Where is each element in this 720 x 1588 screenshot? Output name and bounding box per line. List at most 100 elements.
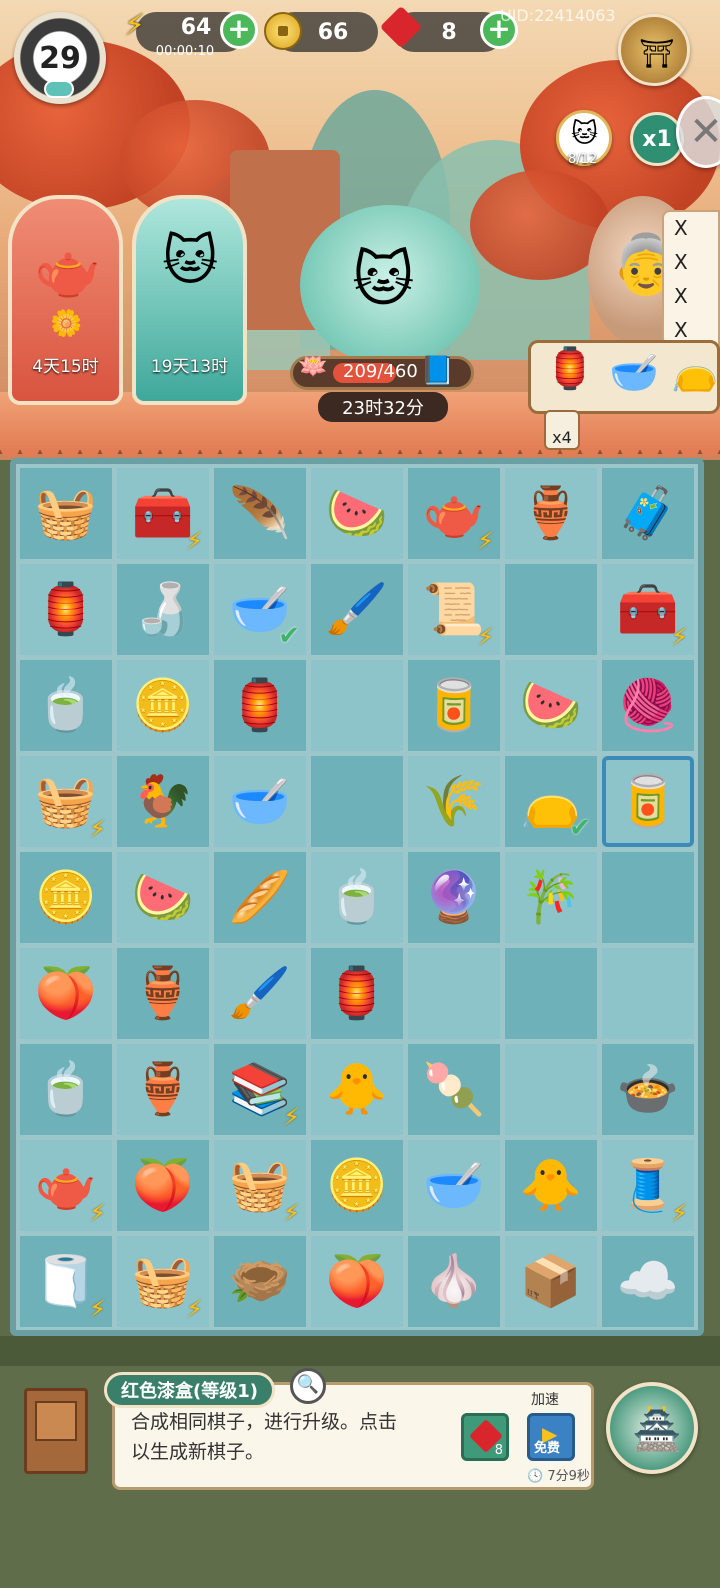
board-cell[interactable]: 🍲 bbox=[602, 1044, 694, 1135]
add-energy-button[interactable]: + bbox=[220, 11, 258, 49]
main-cat-character[interactable]: 🐱 bbox=[300, 205, 480, 365]
board-item-icon: 🐥 bbox=[519, 1156, 583, 1214]
board-cell[interactable]: 🧺 ⚡ bbox=[20, 756, 112, 847]
item-description-line: 合成相同棋子，进行升级。点击 bbox=[131, 1411, 398, 1433]
board-item-icon: 🏺 bbox=[131, 1060, 195, 1118]
board-cell[interactable]: 🐥 bbox=[311, 1044, 403, 1135]
board-cell[interactable] bbox=[602, 948, 694, 1039]
board-cell[interactable] bbox=[505, 564, 597, 655]
board-cell[interactable]: 🧰 ⚡ bbox=[602, 564, 694, 655]
board-item-icon: 🍲 bbox=[616, 1060, 680, 1118]
board-cell[interactable]: 🍵 bbox=[311, 852, 403, 943]
board-cell[interactable]: 🏮 bbox=[311, 948, 403, 1039]
energy-bolt-icon: ⚡ bbox=[477, 623, 494, 651]
board-cell[interactable]: 🧻 ⚡ bbox=[20, 1236, 112, 1327]
board-cell[interactable]: 🍶 bbox=[117, 564, 209, 655]
board-cell[interactable]: 🐓 bbox=[117, 756, 209, 847]
board-item-icon: 🫖 bbox=[34, 1156, 98, 1214]
board-cell[interactable]: 🏺 bbox=[117, 1044, 209, 1135]
board-cell[interactable]: 🧳 bbox=[602, 468, 694, 559]
energy-value: 64 bbox=[180, 14, 212, 40]
board-cell[interactable]: 🐥 bbox=[505, 1140, 597, 1231]
board-cell[interactable]: 🥖 bbox=[214, 852, 306, 943]
board-cell[interactable]: 📦 bbox=[505, 1236, 597, 1327]
cabinet-storage-button[interactable] bbox=[24, 1388, 88, 1474]
board-cell[interactable] bbox=[505, 1044, 597, 1135]
board-cell[interactable] bbox=[311, 660, 403, 751]
board-cell[interactable] bbox=[311, 756, 403, 847]
board-cell[interactable]: 🔮 bbox=[408, 852, 500, 943]
board-cell[interactable]: 🪶 bbox=[214, 468, 306, 559]
board-item-icon: 🍑 bbox=[325, 1252, 389, 1310]
board-cell[interactable]: ☁️ bbox=[602, 1236, 694, 1327]
board-item-icon: 🖌️ bbox=[228, 964, 292, 1022]
pavilion-button[interactable]: 🏯 bbox=[606, 1382, 698, 1474]
board-cell[interactable]: 🪙 bbox=[311, 1140, 403, 1231]
board-item-icon: 🪶 bbox=[228, 484, 292, 542]
board-cell[interactable]: 🧄 bbox=[408, 1236, 500, 1327]
board-cell[interactable]: 🍵 bbox=[20, 660, 112, 751]
board-cell[interactable]: 🧵 ⚡ bbox=[602, 1140, 694, 1231]
board-cell[interactable]: 🍑 bbox=[311, 1236, 403, 1327]
order-multiplier: x4 bbox=[552, 428, 572, 447]
board-item-icon: 🧰 bbox=[131, 484, 195, 542]
cabinet-icon bbox=[35, 1401, 77, 1441]
board-cell[interactable]: 🧶 bbox=[602, 660, 694, 751]
board-cell[interactable]: 🥣 bbox=[408, 1140, 500, 1231]
board-cell[interactable]: 🏮 bbox=[20, 564, 112, 655]
gem-speed-up-button[interactable]: 8 bbox=[461, 1413, 509, 1461]
board-cell[interactable]: 🏺 bbox=[505, 468, 597, 559]
event-card-hotspring[interactable]: 🐱 19天13时 bbox=[132, 195, 247, 405]
board-cell[interactable]: 📜 ⚡ bbox=[408, 564, 500, 655]
board-item-icon: 🧳 bbox=[616, 484, 680, 542]
board-cell[interactable]: 🥣 ✔ bbox=[214, 564, 306, 655]
board-cell[interactable]: 🍵 bbox=[20, 1044, 112, 1135]
board-cell[interactable]: 🖌️ bbox=[214, 948, 306, 1039]
board-cell[interactable]: 🍉 bbox=[505, 660, 597, 751]
board-cell[interactable]: 🏺 bbox=[117, 948, 209, 1039]
board-cell[interactable]: 🥣 bbox=[214, 756, 306, 847]
board-cell[interactable]: 🫖 ⚡ bbox=[408, 468, 500, 559]
free-speed-up-button[interactable]: ▶ 免费 bbox=[527, 1413, 575, 1461]
board-cell[interactable]: 🧺 ⚡ bbox=[214, 1140, 306, 1231]
board-cell[interactable]: 🍉 bbox=[117, 852, 209, 943]
coin-icon bbox=[264, 12, 302, 50]
board-cell[interactable]: 🪹 bbox=[214, 1236, 306, 1327]
board-cell[interactable]: 🍑 bbox=[20, 948, 112, 1039]
merge-board: 🧺 🧰 ⚡ 🪶 🍉 🫖 ⚡ 🏺 🧳 🏮 🍶 🥣 ✔ 🖌️ 📜 ⚡ 🧰 ⚡ 🍵 🪙 🏮 🥫 🍉 🧶 🧺 ⚡ 🐓 🥣 🌾 👝 ✔ 🥫 🪙 🍉 🥖 🍵 🔮 🎋 🍑… bbox=[10, 458, 704, 1336]
board-cell[interactable]: 🍡 bbox=[408, 1044, 500, 1135]
cat-face-icon: 🐱 bbox=[571, 119, 599, 149]
energy-icon: ⚡ bbox=[124, 8, 146, 43]
board-item-icon: 🖌️ bbox=[325, 580, 389, 638]
board-cell[interactable]: 🧺 bbox=[20, 468, 112, 559]
board-item-icon: 🪙 bbox=[34, 868, 98, 926]
energy-bolt-icon: ⚡ bbox=[89, 815, 106, 843]
magnifier-icon[interactable]: 🔍 bbox=[290, 1368, 326, 1404]
multiplier-label: x1 bbox=[642, 126, 672, 152]
board-cell[interactable]: 🥫 bbox=[408, 660, 500, 751]
event-card-teapot[interactable]: 🫖 🌼 4天15时 bbox=[8, 195, 123, 405]
board-cell[interactable]: 🪙 bbox=[117, 660, 209, 751]
board-cell[interactable] bbox=[505, 948, 597, 1039]
board-cell[interactable]: 🧺 ⚡ bbox=[117, 1236, 209, 1327]
board-cell[interactable]: 🥫 bbox=[602, 756, 694, 847]
board-cell[interactable]: 🧰 ⚡ bbox=[117, 468, 209, 559]
board-cell[interactable] bbox=[408, 948, 500, 1039]
treasure-shrine-button[interactable]: ⛩ bbox=[618, 14, 690, 86]
board-cell[interactable]: 🌾 bbox=[408, 756, 500, 847]
order-tray[interactable]: 🏮 🥣 👝 bbox=[528, 340, 720, 414]
board-cell[interactable]: 📚 ⚡ bbox=[214, 1044, 306, 1135]
board-cell[interactable]: 👝 ✔ bbox=[505, 756, 597, 847]
board-item-icon: 🍉 bbox=[131, 868, 195, 926]
board-cell[interactable]: 🫖 ⚡ bbox=[20, 1140, 112, 1231]
checkmark-icon: ✔ bbox=[569, 813, 591, 843]
gems-value: 8 bbox=[441, 19, 457, 45]
board-cell[interactable]: 🪙 bbox=[20, 852, 112, 943]
board-item-icon: 🥫 bbox=[422, 676, 486, 734]
board-cell[interactable]: 🖌️ bbox=[311, 564, 403, 655]
board-cell[interactable] bbox=[602, 852, 694, 943]
board-cell[interactable]: 🏮 bbox=[214, 660, 306, 751]
board-cell[interactable]: 🍑 bbox=[117, 1140, 209, 1231]
board-cell[interactable]: 🍉 bbox=[311, 468, 403, 559]
board-cell[interactable]: 🎋 bbox=[505, 852, 597, 943]
